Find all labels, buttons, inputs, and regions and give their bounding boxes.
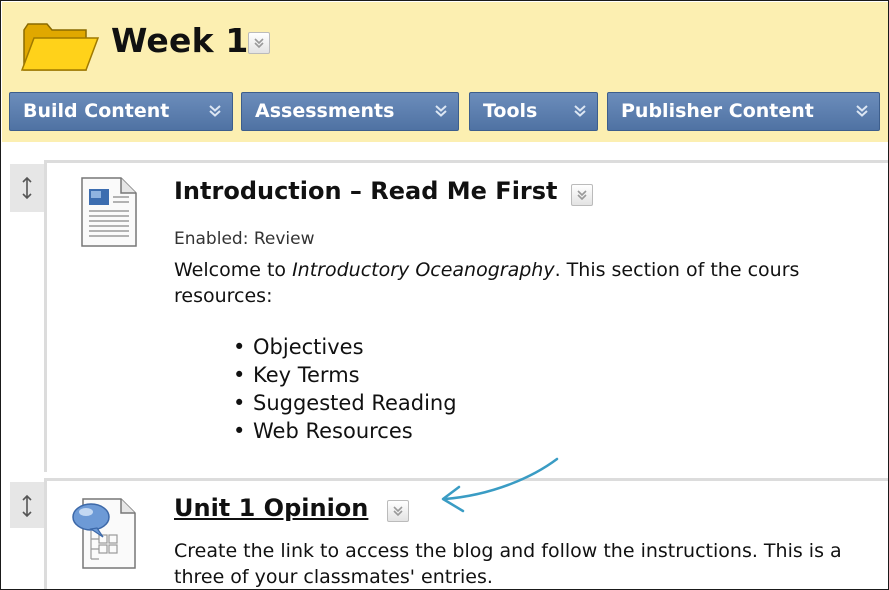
- item-description-line2: three of your classmates' entries.: [174, 566, 493, 588]
- item-drag-handle-column[interactable]: [10, 482, 44, 528]
- item-title: Introduction – Read Me First: [174, 177, 558, 205]
- list-item: Objectives: [233, 333, 457, 361]
- chevron-down-icon: [209, 105, 221, 117]
- chevron-down-icon: [393, 506, 403, 517]
- tools-label: Tools: [483, 100, 538, 122]
- list-item: Key Terms: [233, 361, 457, 389]
- item-description: Create the link to access the blog and f…: [174, 540, 842, 562]
- tools-button[interactable]: Tools: [469, 92, 598, 131]
- description-text: Welcome to: [174, 259, 293, 281]
- publisher-content-label: Publisher Content: [621, 100, 814, 122]
- list-item: Web Resources: [233, 417, 457, 445]
- list-item: Suggested Reading: [233, 389, 457, 417]
- item-options-button[interactable]: [571, 184, 593, 206]
- assessments-button[interactable]: Assessments: [241, 92, 459, 131]
- annotation-arrow-icon: [441, 457, 559, 513]
- description-text: . This section of the cours: [554, 259, 800, 281]
- content-item: Introduction – Read Me First Enabled: Re…: [44, 160, 888, 472]
- blog-icon: [72, 498, 136, 569]
- item-drag-handle-column[interactable]: [10, 164, 44, 212]
- drag-handle-icon: [22, 494, 32, 518]
- page-title: Week 1: [111, 21, 249, 60]
- course-name: Introductory Oceanography: [292, 259, 555, 281]
- content-area-header: Week 1 Build Content Assessments Tools P…: [2, 2, 888, 142]
- item-options-button[interactable]: [387, 500, 409, 522]
- chevron-down-icon: [435, 105, 447, 117]
- title-options-button[interactable]: [248, 32, 270, 54]
- resource-list: Objectives Key Terms Suggested Reading W…: [233, 333, 457, 445]
- build-content-button[interactable]: Build Content: [9, 92, 233, 131]
- publisher-content-button[interactable]: Publisher Content: [607, 92, 880, 131]
- chevron-down-icon: [574, 105, 586, 117]
- document-icon: [81, 177, 137, 247]
- item-description: Welcome to Introductory Oceanography. Th…: [174, 257, 799, 283]
- drag-handle-icon: [22, 176, 32, 200]
- assessments-label: Assessments: [255, 100, 395, 122]
- content-list: Introduction – Read Me First Enabled: Re…: [2, 142, 888, 589]
- item-status: Enabled: Review: [174, 229, 315, 249]
- item-description-line2: resources:: [174, 285, 273, 307]
- chevron-down-icon: [577, 190, 587, 201]
- screenshot-frame: Week 1 Build Content Assessments Tools P…: [0, 0, 889, 590]
- chevron-down-icon: [254, 38, 264, 49]
- build-content-label: Build Content: [23, 100, 170, 122]
- item-title-link[interactable]: Unit 1 Opinion: [174, 494, 368, 522]
- folder-icon: [20, 23, 100, 71]
- chevron-down-icon: [856, 105, 868, 117]
